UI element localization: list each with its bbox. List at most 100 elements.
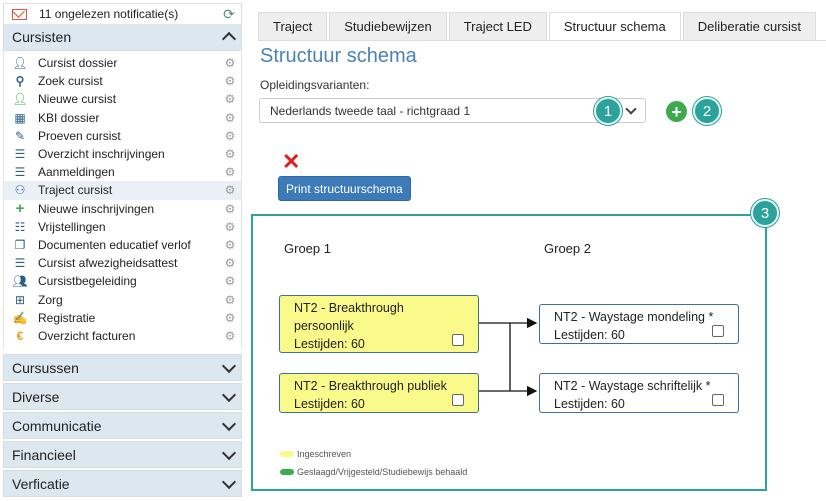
gear-icon[interactable]: ⚙ (223, 256, 237, 270)
plus-icon: + (15, 199, 25, 217)
variants-label: Opleidingsvarianten: (260, 78, 370, 92)
gear-icon[interactable]: ⚙ (223, 183, 237, 197)
node-hours: Lestijden: 60 (554, 328, 625, 342)
sidebar-item-label: Overzicht facturen (38, 328, 136, 343)
section-diverse[interactable]: Diverse (3, 383, 242, 410)
chevron-down-icon[interactable] (217, 443, 241, 467)
schema-node-waystage-mondeling[interactable]: NT2 - Waystage mondeling * Lestijden: 60 (539, 304, 739, 344)
chevron-down-icon[interactable] (217, 472, 241, 496)
legend-label: Geslaagd/Vrijgesteld/Studiebewijs behaal… (297, 467, 468, 477)
gear-icon[interactable]: ⚙ (223, 220, 237, 234)
sidebar-item-aanmeldingen[interactable]: ☰ Aanmeldingen ⚙ (4, 163, 241, 181)
section-financieel[interactable]: Financieel (3, 441, 242, 468)
sidebar-item-proeven-cursist[interactable]: ✎ Proeven cursist ⚙ (4, 127, 241, 145)
chevron-down-icon[interactable] (217, 356, 241, 380)
section-cursisten[interactable]: Cursisten (3, 24, 242, 51)
notifications-bar[interactable]: 11 ongelezen notificatie(s) ⟳ (3, 3, 242, 24)
sidebar-item-documenten-educatief-verlof[interactable]: ❐ Documenten educatief verlof ⚙ (4, 236, 241, 254)
step-badge-2: 2 (693, 97, 721, 125)
notifications-text[interactable]: 11 ongelezen notificatie(s) (39, 7, 221, 21)
tab-bar: Traject Studiebewijzen Traject LED Struc… (258, 12, 818, 40)
node-title: NT2 - Breakthrough publiek (294, 379, 447, 393)
schema-node-breakthrough-persoonlijk[interactable]: NT2 - Breakthrough persoonlijk Lestijden… (279, 295, 479, 353)
node-title: NT2 - Waystage schriftelijk * (554, 379, 711, 393)
tab-structuur-schema[interactable]: Structuur schema (548, 12, 681, 40)
tab-traject-led[interactable]: Traject LED (448, 12, 547, 40)
gear-icon[interactable]: ⚙ (223, 165, 237, 179)
node-hours: Lestijden: 60 (554, 397, 625, 411)
legend-geslaagd: Geslaagd/Vrijgesteld/Studiebewijs behaal… (280, 467, 467, 477)
sidebar-item-label: Registratie (38, 310, 96, 325)
delete-icon[interactable]: ✕ (282, 151, 300, 173)
sidebar-item-nieuwe-inschrijvingen[interactable]: + Nieuwe inschrijvingen ⚙ (4, 200, 241, 218)
gear-icon[interactable]: ⚙ (223, 74, 237, 88)
tab-deliberatie-cursist[interactable]: Deliberatie cursist (682, 12, 817, 40)
sidebar-item-traject-cursist[interactable]: ⚇ Traject cursist ⚙ (4, 181, 241, 200)
sidebar-item-vrijstellingen[interactable]: ☷ Vrijstellingen ⚙ (4, 218, 241, 236)
chevron-down-icon[interactable] (217, 385, 241, 409)
add-user-icon: 👤︎ (12, 92, 28, 107)
form-icon: ☰ (14, 256, 26, 271)
sidebar-item-zoek-cursist[interactable]: ⚲ Zoek cursist ⚙ (4, 72, 241, 90)
section-communicatie[interactable]: Communicatie (3, 412, 242, 439)
gear-icon[interactable]: ⚙ (223, 56, 237, 70)
sidebar-item-label: Aanmeldingen (38, 165, 115, 180)
checklist-icon: ☷ (14, 219, 26, 234)
sidebar-item-cursist-afwezigheidsattest[interactable]: ☰ Cursist afwezigheidsattest ⚙ (4, 254, 241, 272)
person-icon: 👤︎ (12, 56, 28, 71)
section-cursussen[interactable]: Cursussen (3, 354, 242, 381)
sidebar: 11 ongelezen notificatie(s) ⟳ Cursisten … (3, 3, 242, 501)
print-schema-button[interactable]: Print structuurschema (278, 176, 411, 201)
sidebar-item-nieuwe-cursist[interactable]: 👤︎ Nieuwe cursist ⚙ (4, 90, 241, 108)
gear-icon[interactable]: ⚙ (223, 111, 237, 125)
sidebar-item-label: Cursistbegeleiding (38, 274, 137, 289)
sidebar-item-label: Documenten educatief verlof (38, 237, 191, 252)
section-communicatie-label: Communicatie (12, 417, 102, 434)
node-checkbox[interactable] (712, 394, 724, 406)
add-variant-button[interactable]: + (666, 101, 687, 122)
node-hours: Lestijden: 60 (294, 397, 365, 411)
node-hours: Lestijden: 60 (294, 337, 365, 351)
sidebar-item-overzicht-facturen[interactable]: € Overzicht facturen ⚙ (4, 327, 241, 345)
edit-icon: ✍ (12, 310, 28, 325)
sidebar-item-label: Cursist afwezigheidsattest (38, 256, 178, 271)
chevron-down-icon[interactable] (217, 414, 241, 438)
gear-icon[interactable]: ⚙ (223, 92, 237, 106)
tab-studiebewijzen[interactable]: Studiebewijzen (329, 12, 447, 40)
schema-node-breakthrough-publiek[interactable]: NT2 - Breakthrough publiek Lestijden: 60 (279, 373, 479, 413)
gear-icon[interactable]: ⚙ (223, 238, 237, 252)
gear-icon[interactable]: ⚙ (223, 329, 237, 343)
sidebar-item-label: KBI dossier (38, 110, 100, 125)
variant-select[interactable]: Nederlands tweede taal - richtgraad 1 (259, 98, 646, 123)
tab-traject[interactable]: Traject (258, 12, 328, 40)
sidebar-item-label: Traject cursist (38, 183, 113, 198)
cursisten-menu: 👤︎ Cursist dossier ⚙ ⚲ Zoek cursist ⚙ 👤︎… (3, 51, 242, 349)
sidebar-item-label: Nieuwe cursist (38, 92, 117, 107)
route-icon: ⚇ (14, 183, 26, 198)
section-cursisten-label: Cursisten (12, 29, 72, 45)
section-verficatie[interactable]: Verficatie (3, 470, 242, 497)
structure-schema: Groep 1 Groep 2 NT2 - Breakthrough perso… (251, 214, 767, 491)
sidebar-item-zorg[interactable]: ⊞ Zorg ⚙ (4, 290, 241, 308)
sidebar-item-cursistbegeleiding[interactable]: 👥︎ Cursistbegeleiding ⚙ (4, 272, 241, 290)
gear-icon[interactable]: ⚙ (223, 274, 237, 288)
sidebar-item-label: Vrijstellingen (38, 219, 106, 234)
node-checkbox[interactable] (452, 334, 464, 346)
node-checkbox[interactable] (452, 394, 464, 406)
mail-icon (12, 8, 27, 20)
schema-node-waystage-schriftelijk[interactable]: NT2 - Waystage schriftelijk * Lestijden:… (539, 373, 739, 413)
node-title: NT2 - Waystage mondeling * (554, 310, 714, 324)
gear-icon[interactable]: ⚙ (223, 311, 237, 325)
gear-icon[interactable]: ⚙ (223, 293, 237, 307)
gear-icon[interactable]: ⚙ (223, 147, 237, 161)
sidebar-item-kbi-dossier[interactable]: ▦ KBI dossier ⚙ (4, 109, 241, 127)
chevron-up-icon[interactable] (217, 25, 241, 49)
step-badge-3: 3 (751, 199, 779, 227)
node-checkbox[interactable] (712, 325, 724, 337)
gear-icon[interactable]: ⚙ (223, 129, 237, 143)
sidebar-item-cursist-dossier[interactable]: 👤︎ Cursist dossier ⚙ (4, 54, 241, 72)
gear-icon[interactable]: ⚙ (223, 202, 237, 216)
sidebar-item-registratie[interactable]: ✍ Registratie ⚙ (4, 309, 241, 327)
refresh-icon[interactable]: ⟳ (221, 6, 237, 23)
sidebar-item-overzicht-inschrijvingen[interactable]: ☰ Overzicht inschrijvingen ⚙ (4, 145, 241, 163)
